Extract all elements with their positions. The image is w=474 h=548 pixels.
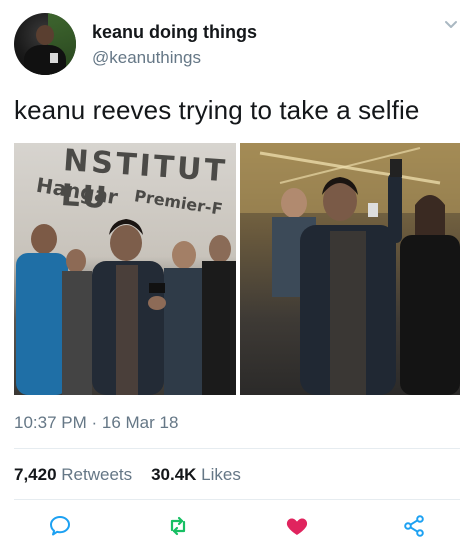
likes-label: Likes [201,465,241,484]
heart-icon[interactable] [285,514,309,538]
avatar[interactable] [14,13,76,75]
likes-stat[interactable]: 30.4K Likes [151,465,241,484]
retweet-icon[interactable] [166,514,190,538]
share-icon[interactable] [402,514,426,538]
photo-left[interactable]: NSTITUT LU Hangar Premier-F [14,143,236,395]
photo-right[interactable] [240,143,460,395]
display-name[interactable]: keanu doing things [92,22,257,43]
crowd-figures-left [16,219,236,395]
divider-bottom [14,499,460,500]
tweet-text: keanu reeves trying to take a selfie [14,95,420,125]
avatar-cup [50,53,58,63]
media-grid[interactable]: NSTITUT LU Hangar Premier-F [14,143,460,395]
likes-count: 30.4K [151,465,197,484]
retweets-label: Retweets [61,465,133,484]
chevron-down-icon[interactable] [444,20,458,30]
avatar-body [24,45,66,75]
tweet-timestamp[interactable]: 10:37 PM · 16 Mar 18 [14,413,178,433]
divider-top [14,448,460,449]
crowd-figures-right [240,143,460,395]
tweet-actions [0,508,474,542]
reply-icon[interactable] [48,514,72,538]
user-handle[interactable]: @keanuthings [92,48,201,68]
avatar-head [36,25,54,45]
retweets-count: 7,420 [14,465,57,484]
retweets-stat[interactable]: 7,420 Retweets [14,465,137,484]
tweet-stats: 7,420 Retweets 30.4K Likes [14,465,241,485]
